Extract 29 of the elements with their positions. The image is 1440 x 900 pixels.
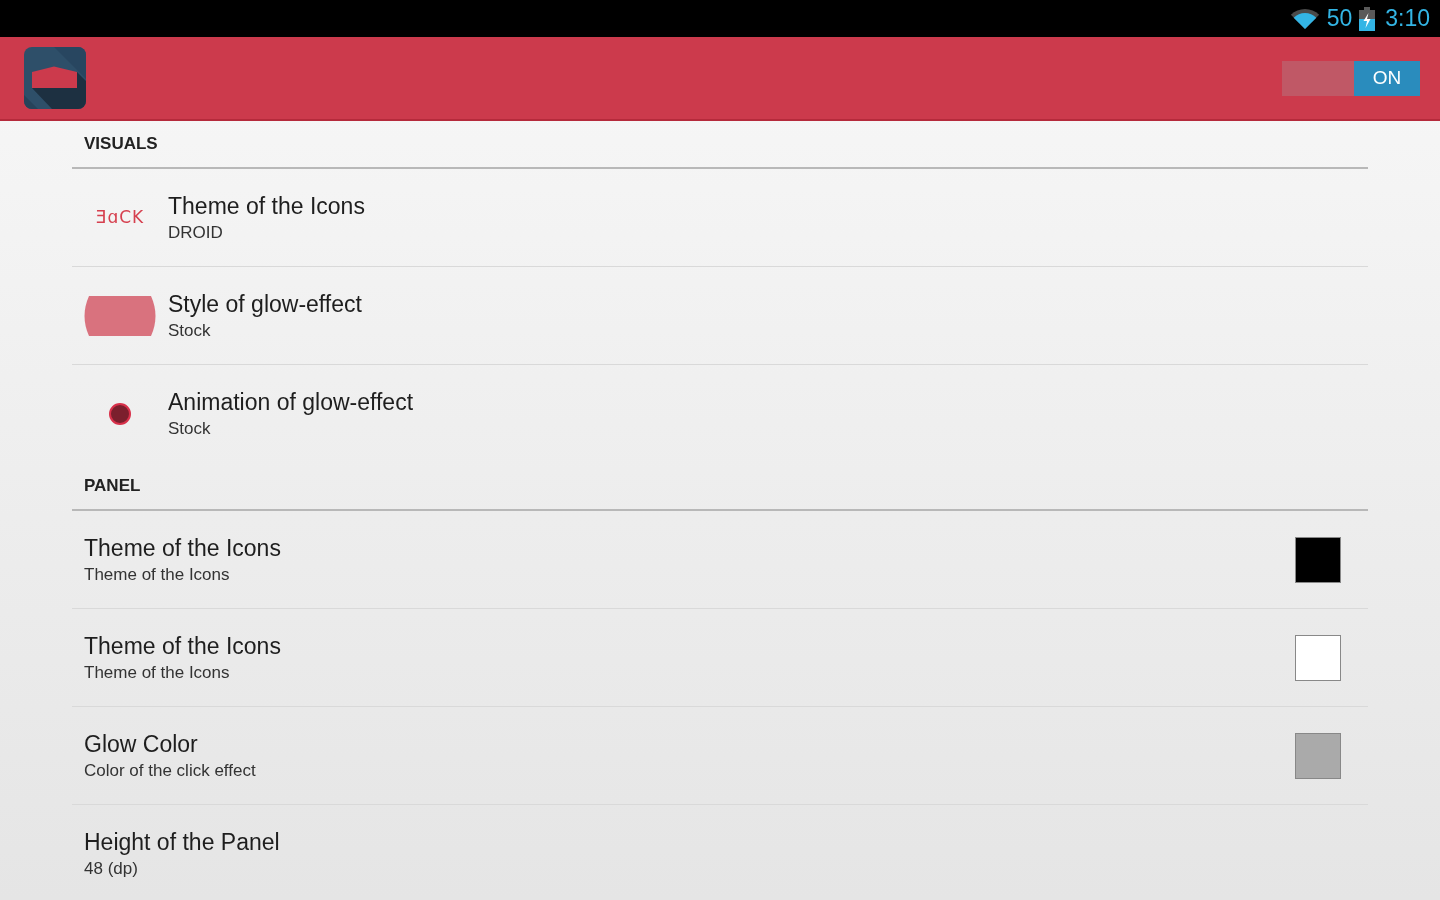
preference-summary: Color of the click effect (84, 759, 256, 782)
preference-title: Theme of the Icons (84, 631, 281, 661)
clock-text: 3:10 (1385, 7, 1430, 30)
preference-summary: DROID (168, 221, 224, 244)
preference-title: Style of glow-effect (168, 289, 362, 319)
preference-title: Theme of the Icons (168, 191, 365, 221)
preference-title: Height of the Panel (84, 828, 280, 857)
color-swatch-icon[interactable] (1295, 732, 1341, 779)
section-header: VISUALS (84, 133, 158, 156)
dot-icon (109, 403, 131, 425)
color-swatch-icon[interactable] (1295, 634, 1341, 681)
back-key-preview: ƎɑCK (95, 209, 145, 226)
preference-summary: Theme of the Icons (84, 661, 231, 684)
preference-summary: 48 (dp) (84, 858, 139, 880)
wifi-icon (1289, 7, 1320, 30)
preference-title: Theme of the Icons (84, 533, 281, 563)
preference-title: Animation of glow-effect (168, 388, 414, 417)
switch-thumb[interactable]: ON (1354, 60, 1420, 96)
toggle-switch[interactable]: ON (1282, 60, 1420, 96)
section-header: PANEL (84, 475, 141, 498)
preference-title: Glow Color (84, 729, 199, 759)
color-swatch-icon[interactable] (1295, 536, 1341, 583)
preference-summary: Stock (168, 418, 212, 440)
preference-summary: Theme of the Icons (84, 563, 231, 586)
battery-charging-icon (1359, 6, 1376, 31)
battery-level-text: 50 (1326, 7, 1353, 30)
app-logo-icon (24, 47, 86, 109)
preference-summary: Stock (168, 319, 212, 342)
glow-shape-icon (84, 295, 156, 336)
